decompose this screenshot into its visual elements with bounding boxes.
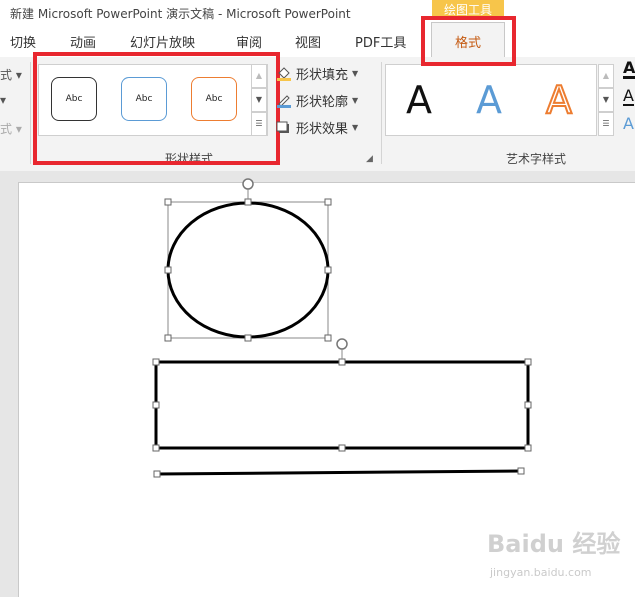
baidu-watermark: Baidu 经验	[487, 530, 621, 558]
rotate-handle-icon[interactable]	[336, 338, 348, 359]
line-shape[interactable]	[156, 469, 522, 476]
baidu-watermark-url: jingyan.baidu.com	[490, 566, 592, 579]
slide-shapes	[152, 178, 532, 478]
rotate-handle-icon[interactable]	[242, 178, 254, 199]
ellipse-shape[interactable]	[166, 201, 330, 339]
rectangle-shape[interactable]	[154, 360, 530, 450]
